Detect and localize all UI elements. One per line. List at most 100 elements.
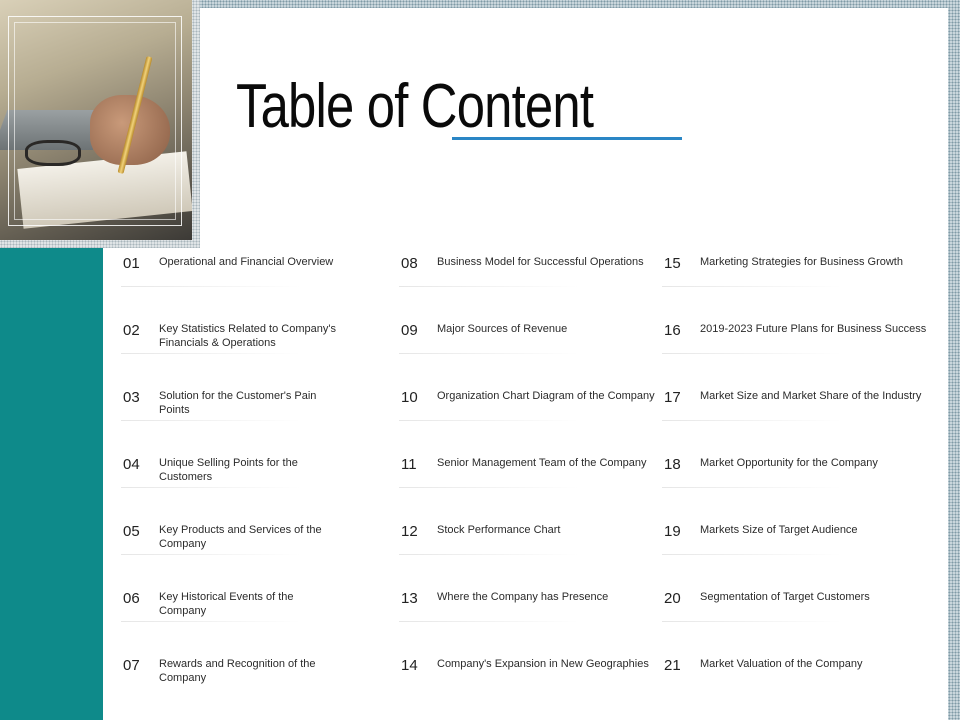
toc-item-number: 08: [399, 255, 421, 274]
toc-item-label: Market Size and Market Share of the Indu…: [700, 390, 922, 402]
toc-item-number: 13: [399, 590, 421, 609]
toc-item-divider: [662, 554, 842, 555]
toc-item-number: 14: [399, 657, 421, 676]
toc-item-number-text: 16: [664, 322, 681, 339]
toc-item-number: 20: [662, 590, 684, 609]
toc-item-divider: [399, 554, 579, 555]
toc-item: 13 Where the Company has Presence: [399, 590, 659, 640]
toc-item: 14 Company's Expansion in New Geographies: [399, 657, 659, 707]
toc-item: 08 Business Model for Successful Operatio…: [399, 255, 659, 305]
toc-item-divider: [121, 286, 301, 287]
toc-item-number-text: 19: [664, 523, 681, 540]
toc-item: 17 Market Size and Market Share of the In…: [662, 389, 922, 439]
toc-item-label: Stock Performance Chart: [437, 524, 561, 536]
toc-item-number: 19: [662, 523, 684, 542]
toc-item-number-text: 07: [123, 657, 140, 674]
toc-item-number-text: 06: [123, 590, 140, 607]
toc-item-label: Where the Company has Presence: [437, 591, 609, 603]
toc-item-number-text: 01: [123, 255, 140, 272]
toc-item-number-text: 17: [664, 389, 681, 406]
toc-item: 18 Market Opportunity for the Company: [662, 456, 922, 506]
toc-item-number-text: 03: [123, 389, 140, 406]
toc-item-number-text: 15: [664, 255, 681, 272]
toc-item-number-text: 20: [664, 590, 681, 607]
toc-item-label: Organization Chart Diagram of the Compan…: [437, 390, 655, 402]
toc-item-number-text: 02: [123, 322, 140, 339]
toc-item-number-text: 14: [401, 657, 418, 674]
toc-item-number-text: 08: [401, 255, 418, 272]
page-title: Table of Content: [236, 72, 594, 141]
toc-item-number: 05: [121, 523, 143, 542]
toc-item: 01 Operational and Financial Overview: [121, 255, 381, 305]
toc-item: 03 Solution for the Customer's Pain Point…: [121, 389, 381, 439]
toc-item-number-text: 13: [401, 590, 418, 607]
toc-item-number: 04: [121, 456, 143, 475]
toc-item-divider: [121, 353, 301, 354]
title-underline: [452, 137, 682, 140]
toc-item-label: Marketing Strategies for Business Growth: [700, 256, 903, 268]
toc-item-number: 16: [662, 322, 684, 341]
toc-item-number: 11: [399, 456, 420, 475]
toc-item-label: Solution for the Customer's Pain Points: [159, 390, 317, 416]
toc-item-label: Senior Management Team of the Company: [437, 457, 647, 469]
right-dotted-border: [948, 0, 960, 720]
toc-item-divider: [662, 487, 842, 488]
toc-item-label: Segmentation of Target Customers: [700, 591, 870, 603]
toc-item-divider: [121, 554, 301, 555]
toc-item-number-text: 05: [123, 523, 140, 540]
toc-item-divider: [399, 286, 579, 287]
toc-item-number-text: 12: [401, 523, 418, 540]
toc-item-divider: [662, 353, 842, 354]
toc-item-divider: [662, 286, 842, 287]
toc-item-number-text: 21: [664, 657, 681, 674]
toc-item-number: 03: [121, 389, 143, 408]
toc-item-number-text: 04: [123, 456, 140, 473]
toc-item-label: 2019-2023 Future Plans for Business Succ…: [700, 323, 927, 335]
toc-item-divider: [121, 420, 301, 421]
writing-photo: [0, 0, 192, 240]
toc-item-divider: [399, 420, 579, 421]
toc-item: 10 Organization Chart Diagram of the Comp…: [399, 389, 659, 439]
toc-item-number: 15: [662, 255, 684, 274]
toc-item-number: 17: [662, 389, 684, 408]
toc-item-number: 09: [399, 322, 421, 341]
toc-item-number: 01: [121, 255, 143, 274]
toc-item: 15 Marketing Strategies for Business Grow…: [662, 255, 922, 305]
toc-item-label: Operational and Financial Overview: [159, 256, 334, 268]
toc-item-divider: [399, 621, 579, 622]
toc-item-label: Market Opportunity for the Company: [700, 457, 878, 469]
toc-item: 21 Market Valuation of the Company: [662, 657, 922, 707]
photo-inner-border-2: [14, 22, 176, 220]
toc-item-label: Major Sources of Revenue: [437, 323, 568, 335]
toc-item-label: Company's Expansion in New Geographies: [437, 658, 649, 670]
toc-item-number-text: 09: [401, 322, 418, 339]
toc-item-divider: [399, 353, 579, 354]
toc-item: 20 Segmentation of Target Customers: [662, 590, 922, 640]
toc-item-number-text: 18: [664, 456, 681, 473]
toc-item: 11 Senior Management Team of the Company: [399, 456, 659, 506]
toc-item-label: Markets Size of Target Audience: [700, 524, 858, 536]
toc-item: 07 Rewards and Recognition of the Company: [121, 657, 381, 707]
toc-item-label: Key Historical Events of the Company: [159, 591, 294, 617]
toc-item-label: Key Statistics Related to Company's Fina…: [159, 323, 336, 349]
toc-item: 05 Key Products and Services of the Compa…: [121, 523, 381, 573]
toc-item: 06 Key Historical Events of the Company: [121, 590, 381, 640]
toc-item-divider: [399, 487, 579, 488]
toc-item-label: Unique Selling Points for the Customers: [159, 457, 298, 483]
toc-item-label: Market Valuation of the Company: [700, 658, 863, 670]
toc-item: 12 Stock Performance Chart: [399, 523, 659, 573]
toc-item-number: 12: [399, 523, 421, 542]
toc-item-divider: [662, 420, 842, 421]
photo-frame: [0, 0, 200, 248]
toc-item-label: Business Model for Successful Operations: [437, 256, 644, 268]
toc-item-number: 18: [662, 456, 684, 475]
toc-item-number: 10: [399, 389, 421, 408]
teal-side-bar: [0, 245, 103, 720]
toc-item-number: 06: [121, 590, 143, 609]
toc-item-number: 21: [662, 657, 684, 676]
toc-item: 02 Key Statistics Related to Company's Fi…: [121, 322, 381, 372]
toc-item-divider: [121, 487, 301, 488]
toc-item-number: 07: [121, 657, 143, 676]
toc-item: 04 Unique Selling Points for the Customer…: [121, 456, 381, 506]
toc-item: 19 Markets Size of Target Audience: [662, 523, 922, 573]
